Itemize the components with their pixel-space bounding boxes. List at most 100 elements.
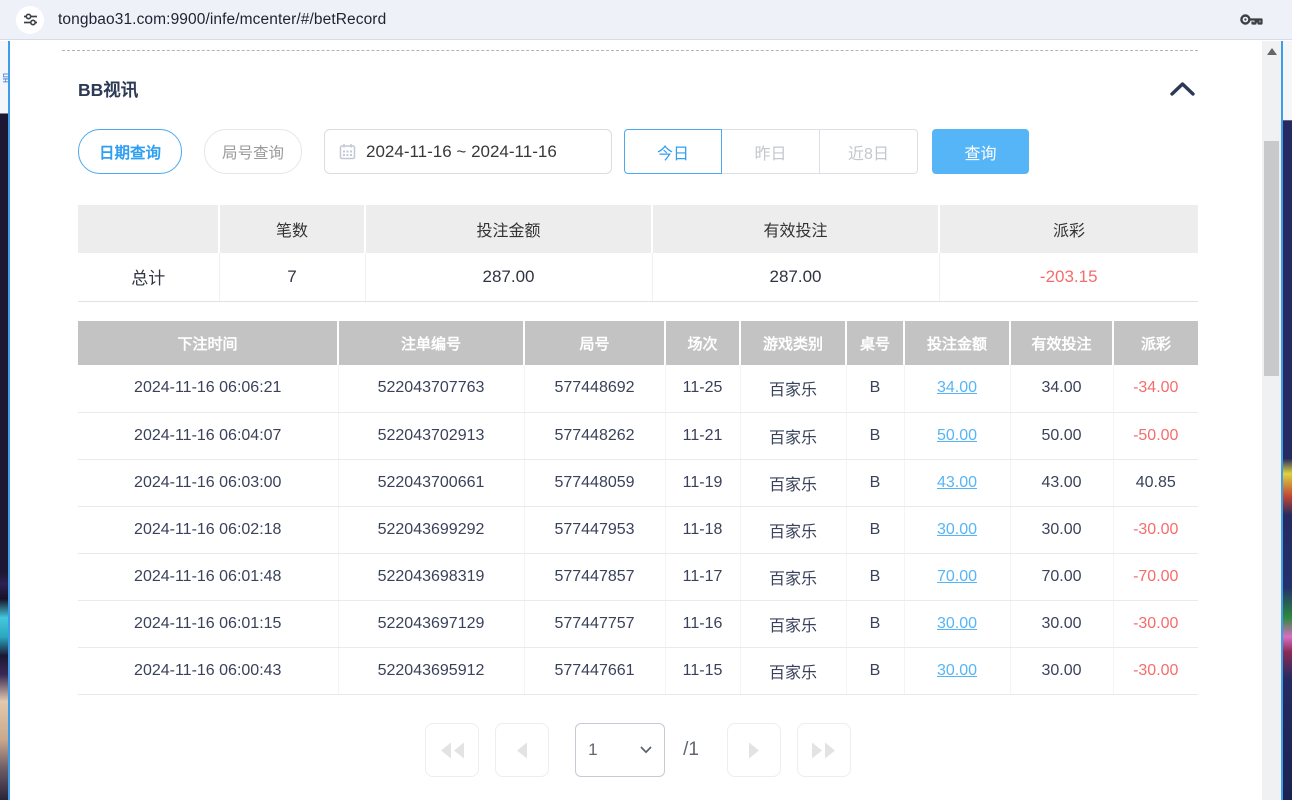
password-manager-button[interactable]: [1239, 10, 1276, 29]
today-button[interactable]: 今日: [624, 129, 722, 174]
scrollbar-up-arrow-icon[interactable]: [1267, 48, 1277, 55]
cell-order-id: 522043699292: [338, 506, 524, 553]
background-right-strip: [1283, 41, 1292, 800]
cell-bet-time: 2024-11-16 06:03:00: [78, 459, 338, 506]
cell-valid-bet: 30.00: [1010, 600, 1113, 647]
screen: tongbao31.com:9900/infe/mcenter/#/betRec…: [0, 0, 1292, 800]
round-query-tab[interactable]: 局号查询: [204, 129, 302, 174]
bet-amount-link[interactable]: 70.00: [904, 553, 1010, 600]
cell-valid-bet: 34.00: [1010, 365, 1113, 412]
modal-left-border: [8, 41, 10, 800]
bet-records-table: 下注时间注单编号局号场次游戏类别桌号投注金额有效投注派彩 2024-11-16 …: [78, 321, 1198, 695]
summary-header-bet-amount: 投注金额: [365, 205, 652, 253]
double-arrow-right-icon: [810, 740, 837, 761]
site-permissions-button[interactable]: [16, 6, 44, 34]
cell-game-type: 百家乐: [740, 459, 846, 506]
browser-address-bar: tongbao31.com:9900/infe/mcenter/#/betRec…: [0, 0, 1292, 40]
cell-table-no: B: [846, 553, 904, 600]
summary-total-label: 总计: [78, 253, 219, 301]
cell-table-no: B: [846, 459, 904, 506]
calendar-icon: [339, 143, 356, 160]
cell-payout: -70.00: [1113, 553, 1198, 600]
cell-table-no: B: [846, 506, 904, 553]
cell-payout: 40.85: [1113, 459, 1198, 506]
cell-game-type: 百家乐: [740, 412, 846, 459]
date-query-tab[interactable]: 日期查询: [78, 129, 182, 174]
bet-amount-link[interactable]: 30.00: [904, 506, 1010, 553]
cell-session: 11-17: [665, 553, 740, 600]
cell-game-type: 百家乐: [740, 506, 846, 553]
filter-toolbar: 日期查询 局号查询 2024-1: [78, 129, 1198, 174]
bet-amount-link[interactable]: 34.00: [904, 365, 1010, 412]
summary-total-row: 总计 7 287.00 287.00 -203.15: [78, 253, 1198, 301]
cell-table-no: B: [846, 365, 904, 412]
bet-amount-link[interactable]: 43.00: [904, 459, 1010, 506]
yesterday-button[interactable]: 昨日: [722, 129, 820, 174]
cell-table-no: B: [846, 600, 904, 647]
header-bet-time: 下注时间: [78, 321, 338, 365]
double-arrow-left-icon: [439, 740, 466, 761]
cell-valid-bet: 30.00: [1010, 506, 1113, 553]
cell-payout: -30.00: [1113, 647, 1198, 694]
bet-amount-link[interactable]: 50.00: [904, 412, 1010, 459]
url-field[interactable]: tongbao31.com:9900/infe/mcenter/#/betRec…: [58, 11, 386, 29]
summary-valid-bet-value: 287.00: [652, 253, 939, 301]
cell-payout: -50.00: [1113, 412, 1198, 459]
bet-amount-link[interactable]: 30.00: [904, 647, 1010, 694]
near-8-days-button[interactable]: 近8日: [820, 129, 918, 174]
cell-order-id: 522043697129: [338, 600, 524, 647]
bet-amount-link[interactable]: 30.00: [904, 600, 1010, 647]
previous-page-button[interactable]: [495, 723, 549, 777]
cell-game-type: 百家乐: [740, 600, 846, 647]
search-button[interactable]: 查询: [932, 129, 1029, 174]
summary-payout-value: -203.15: [939, 253, 1198, 301]
table-row: 2024-11-16 06:02:18522043699292577447953…: [78, 506, 1198, 553]
table-row: 2024-11-16 06:01:15522043697129577447757…: [78, 600, 1198, 647]
total-pages-label: /1: [683, 739, 699, 761]
cell-valid-bet: 50.00: [1010, 412, 1113, 459]
next-page-button[interactable]: [727, 723, 781, 777]
cell-valid-bet: 70.00: [1010, 553, 1113, 600]
cell-order-id: 522043702913: [338, 412, 524, 459]
cell-game-type: 百家乐: [740, 647, 846, 694]
cell-round-id: 577447661: [524, 647, 665, 694]
arrow-right-icon: [747, 740, 761, 761]
cell-order-id: 522043707763: [338, 365, 524, 412]
cell-session: 11-16: [665, 600, 740, 647]
cell-payout: -30.00: [1113, 506, 1198, 553]
summary-header-payout: 派彩: [939, 205, 1198, 253]
summary-bet-amount-value: 287.00: [365, 253, 652, 301]
cell-round-id: 577448059: [524, 459, 665, 506]
cell-bet-time: 2024-11-16 06:04:07: [78, 412, 338, 459]
cell-game-type: 百家乐: [740, 365, 846, 412]
cell-order-id: 522043698319: [338, 553, 524, 600]
summary-header-valid-bet: 有效投注: [652, 205, 939, 253]
table-row: 2024-11-16 06:01:48522043698319577447857…: [78, 553, 1198, 600]
header-bet-amount: 投注金额: [904, 321, 1010, 365]
table-row: 2024-11-16 06:04:07522043702913577448262…: [78, 412, 1198, 459]
quick-range-group: 今日 昨日 近8日: [624, 129, 918, 174]
summary-header-count: 笔数: [219, 205, 365, 253]
dashed-divider: [62, 50, 1198, 51]
last-page-button[interactable]: [797, 723, 851, 777]
date-range-picker[interactable]: 2024-11-16 ~ 2024-11-16: [324, 129, 612, 174]
cell-round-id: 577447953: [524, 506, 665, 553]
cell-round-id: 577447757: [524, 600, 665, 647]
cell-bet-time: 2024-11-16 06:00:43: [78, 647, 338, 694]
table-row: 2024-11-16 06:03:00522043700661577448059…: [78, 459, 1198, 506]
cell-bet-time: 2024-11-16 06:01:15: [78, 600, 338, 647]
page-title: BB视讯: [78, 77, 138, 102]
cell-table-no: B: [846, 647, 904, 694]
modal-right-border: [1281, 41, 1283, 800]
arrow-left-icon: [515, 740, 529, 761]
cell-session: 11-18: [665, 506, 740, 553]
header-game-type: 游戏类别: [740, 321, 846, 365]
vertical-scrollbar[interactable]: [1262, 41, 1281, 800]
summary-header-blank: [78, 205, 219, 253]
collapse-button[interactable]: [1169, 81, 1196, 97]
scrollbar-thumb[interactable]: [1264, 141, 1279, 376]
cell-table-no: B: [846, 412, 904, 459]
first-page-button[interactable]: [425, 723, 479, 777]
page-select[interactable]: 1: [575, 723, 665, 777]
page-select-value: 1: [588, 740, 597, 760]
